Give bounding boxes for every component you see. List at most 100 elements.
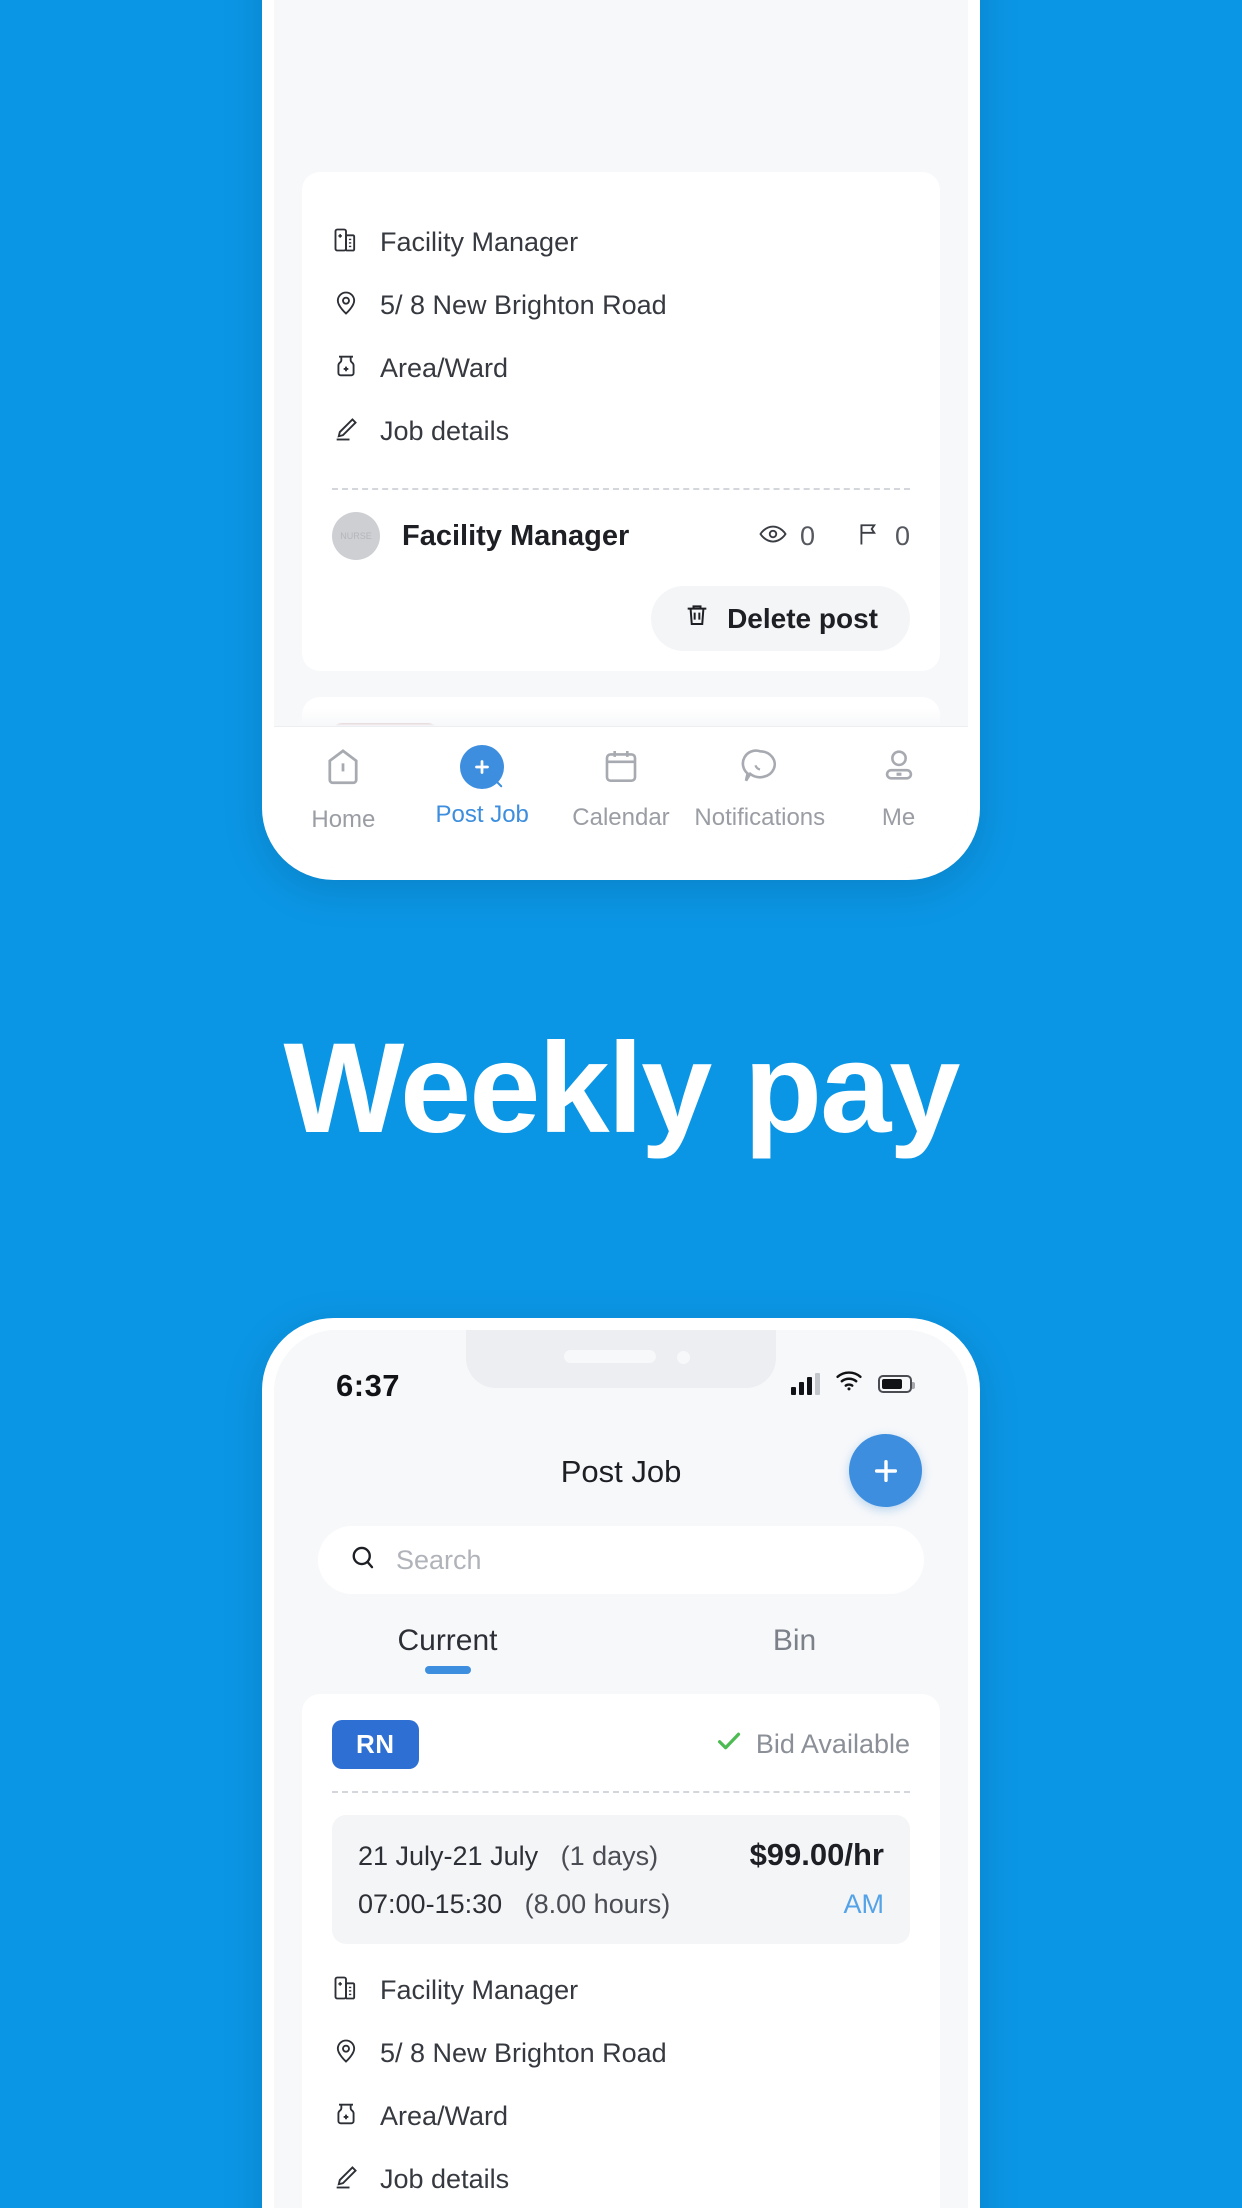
shift-time-range: 07:00-15:30 <box>358 1889 503 1919</box>
job-detail-label: Facility Manager <box>380 1975 579 2005</box>
wifi-icon <box>835 1370 863 1397</box>
tab-underline <box>424 1666 471 1674</box>
divider <box>332 1791 910 1793</box>
phone-mockup-bottom: 6:37 Post Job Search Current Bin RN Bid … <box>262 1318 980 2208</box>
job-detail-row: Area/Ward <box>332 352 910 385</box>
job-detail-label: 5/ 8 New Brighton Road <box>380 290 667 320</box>
home-icon <box>321 745 365 794</box>
nav-item-post-job[interactable]: Post Job <box>413 745 552 829</box>
post-stats: 0 0 <box>758 519 910 554</box>
job-status-label: Bid Available <box>755 1729 910 1759</box>
tab-label: Bin <box>772 1624 817 1657</box>
job-card-rn[interactable]: RN Bid Available 21 July-21 July (1 days… <box>302 1694 940 2208</box>
app-screen-bottom: 6:37 Post Job Search Current Bin RN Bid … <box>274 1330 968 2208</box>
job-detail-label: Job details <box>380 416 510 446</box>
role-badge: RN <box>332 1720 419 1769</box>
building-icon <box>332 226 360 259</box>
chat-bubble-icon <box>739 745 781 792</box>
location-pin-icon <box>332 289 360 322</box>
building-icon <box>332 1974 360 2007</box>
bottom-navigation[interactable]: Home Post Job Calendar Notifications Me <box>274 726 968 868</box>
job-card-header: RN Bid Available <box>332 1720 910 1769</box>
trash-icon <box>683 601 711 636</box>
speaker-slot <box>563 1350 656 1363</box>
delete-post-button[interactable]: Delete post <box>651 586 910 651</box>
post-author-row: NURSE Facility Manager 0 0 <box>332 512 910 560</box>
shift-date-range: 21 July-21 July <box>358 1841 539 1871</box>
calendar-icon <box>600 745 642 792</box>
status-bar: 6:37 <box>274 1330 968 1426</box>
author-identity: NURSE Facility Manager <box>332 512 629 560</box>
nav-label: Me <box>881 804 916 831</box>
front-camera <box>677 1351 690 1364</box>
person-icon <box>878 745 920 792</box>
shift-dates-row: 21 July-21 July (1 days) $99.00/hr <box>358 1837 884 1873</box>
job-card-partial[interactable]: Facility Manager 5/ 8 New Brighton Road <box>302 172 940 671</box>
status-icons <box>791 1370 915 1397</box>
divider <box>332 488 910 490</box>
search-input[interactable]: Search <box>318 1526 924 1594</box>
scroll-fade <box>274 708 968 726</box>
job-detail-row: Area/Ward <box>332 2100 910 2133</box>
view-count: 0 <box>758 519 815 554</box>
report-count-value: 0 <box>894 520 910 551</box>
job-detail-row: 5/ 8 New Brighton Road <box>332 289 910 322</box>
plus-icon <box>869 1454 903 1488</box>
shift-times-row: 07:00-15:30 (8.00 hours) AM <box>358 1889 884 1920</box>
phone-mockup-top: Facility Manager 5/ 8 New Brighton Road <box>262 0 980 880</box>
tab-current[interactable]: Current <box>274 1624 621 1678</box>
cellular-bars-icon <box>791 1372 820 1395</box>
job-detail-label: Job details <box>380 2164 510 2194</box>
report-count: 0 <box>855 520 910 553</box>
job-list-bottom[interactable]: RN Bid Available 21 July-21 July (1 days… <box>274 1678 968 2208</box>
app-screen-top: Facility Manager 5/ 8 New Brighton Road <box>274 0 968 868</box>
job-detail-label: Facility Manager <box>380 227 579 257</box>
search-section: Search <box>274 1518 968 1594</box>
check-icon <box>714 1726 744 1763</box>
search-icon <box>348 1543 378 1578</box>
nav-label: Notifications <box>694 804 826 831</box>
status-time: 6:37 <box>336 1368 401 1403</box>
nav-label: Post Job <box>435 801 529 828</box>
avatar: NURSE <box>332 512 380 560</box>
app-header: Post Job <box>274 1426 968 1518</box>
shift-times: 07:00-15:30 (8.00 hours) <box>358 1889 670 1920</box>
job-detail-row: Facility Manager <box>332 1974 910 2007</box>
nav-label: Calendar <box>572 804 670 831</box>
shift-hours: (8.00 hours) <box>524 1889 671 1919</box>
job-detail-label: Area/Ward <box>380 2101 509 2131</box>
job-detail-row: Job details <box>332 2163 910 2196</box>
page-headline: Weekly pay <box>283 1017 961 1160</box>
shift-dates: 21 July-21 July (1 days) <box>358 1841 658 1872</box>
pencil-icon <box>332 2163 360 2196</box>
shift-label: AM <box>843 1889 885 1919</box>
author-name: Facility Manager <box>402 519 630 552</box>
job-status: Bid Available <box>714 1726 910 1763</box>
pencil-icon <box>332 415 360 448</box>
flag-icon <box>855 520 883 553</box>
view-count-value: 0 <box>799 520 815 551</box>
promo-stage: Facility Manager 5/ 8 New Brighton Road <box>0 0 1242 2208</box>
nav-item-me[interactable]: Me <box>829 745 968 832</box>
page-title: Post Job <box>560 1454 682 1489</box>
job-detail-row: 5/ 8 New Brighton Road <box>332 2037 910 2070</box>
ward-icon <box>332 2100 360 2133</box>
job-detail-row: Job details <box>332 415 910 448</box>
nav-item-calendar[interactable]: Calendar <box>552 745 691 832</box>
search-placeholder: Search <box>396 1544 482 1575</box>
shift-days: (1 days) <box>560 1841 659 1871</box>
tab-bar[interactable]: Current Bin <box>274 1594 968 1678</box>
nav-item-notifications[interactable]: Notifications <box>690 745 829 832</box>
add-job-button[interactable] <box>849 1434 922 1507</box>
battery-icon <box>878 1374 915 1393</box>
eye-icon <box>758 519 788 554</box>
job-detail-row: Facility Manager <box>332 226 910 259</box>
location-pin-icon <box>332 2037 360 2070</box>
job-detail-label: Area/Ward <box>380 353 509 383</box>
tab-bin[interactable]: Bin <box>621 1624 968 1678</box>
nav-label: Home <box>311 806 376 833</box>
ward-icon <box>332 352 360 385</box>
shift-price: $99.00/hr <box>749 1837 884 1872</box>
card-actions: Delete post <box>332 586 910 651</box>
nav-item-home[interactable]: Home <box>274 745 413 834</box>
